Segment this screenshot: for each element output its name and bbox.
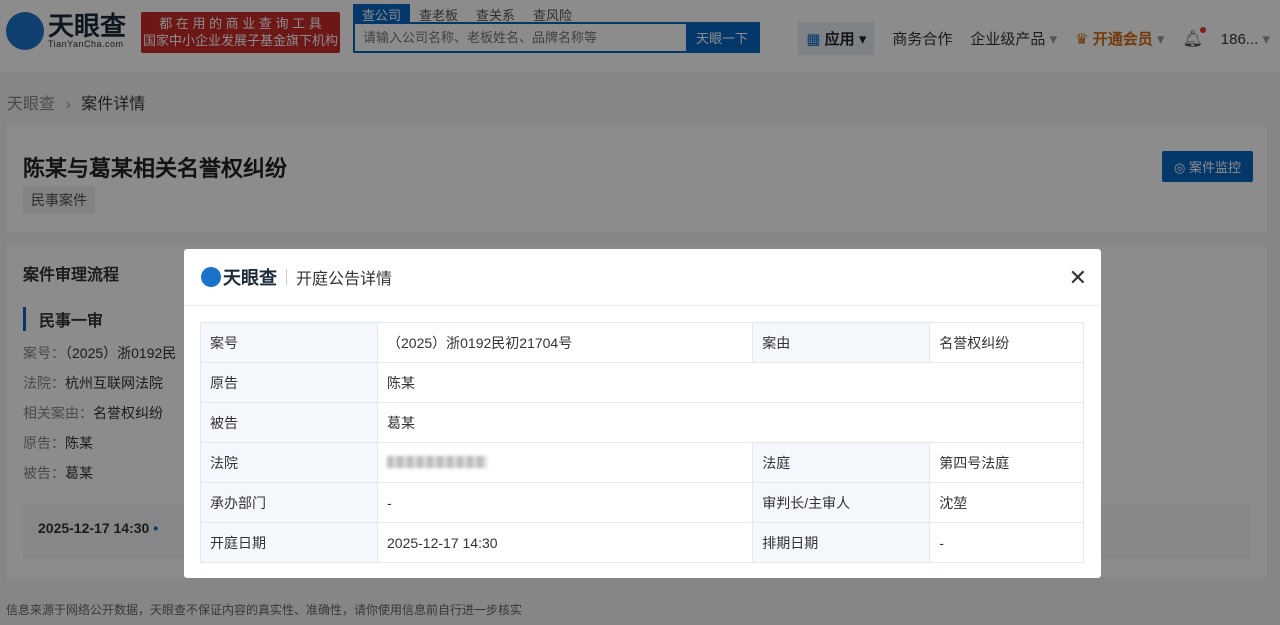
- logo-icon: [201, 267, 221, 287]
- logo-text: 天眼查: [223, 268, 277, 288]
- value-cell: 葛某: [377, 402, 1084, 443]
- label-cell: 法院: [200, 442, 378, 483]
- table-row: 开庭日期 2025-12-17 14:30 排期日期 -: [200, 522, 1084, 563]
- table-row: 承办部门 - 审判长/主审人 沈堃: [200, 482, 1084, 523]
- hearing-detail-modal: 天眼查 开庭公告详情 ✕ 案号 （2025）浙0192民初21704号 案由 名誉权纠…: [184, 249, 1101, 578]
- modal-title: 开庭公告详情: [296, 271, 393, 288]
- value-cell: 沈堃: [929, 482, 1084, 523]
- modal-header: 天眼查 开庭公告详情: [184, 249, 1101, 306]
- table-row: 被告 葛某: [200, 402, 1084, 443]
- label-cell: 原告: [200, 362, 378, 403]
- value-cell: 第四号法庭: [929, 442, 1084, 483]
- value-cell: 2025-12-17 14:30: [376, 522, 754, 563]
- close-icon[interactable]: ✕: [1069, 265, 1087, 291]
- table-row: 原告 陈某: [200, 362, 1084, 403]
- value-cell: [376, 442, 754, 483]
- label-cell: 法庭: [752, 442, 931, 483]
- label-cell: 案由: [752, 322, 931, 363]
- label-cell: 案号: [200, 322, 378, 363]
- value-cell: 陈某: [377, 362, 1084, 403]
- value-cell: 名誉权纠纷: [929, 322, 1084, 363]
- label-cell: 被告: [200, 402, 378, 443]
- table-row: 法院 法庭 第四号法庭: [200, 442, 1084, 483]
- value-cell: -: [376, 482, 754, 523]
- redacted-court: [387, 455, 487, 468]
- value-cell: （2025）浙0192民初21704号: [376, 322, 754, 363]
- label-cell: 排期日期: [752, 522, 931, 563]
- modal-logo: 天眼查: [201, 264, 277, 290]
- divider: [286, 269, 287, 285]
- table-row: 案号 （2025）浙0192民初21704号 案由 名誉权纠纷: [200, 322, 1084, 363]
- label-cell: 承办部门: [200, 482, 378, 523]
- detail-table: 案号 （2025）浙0192民初21704号 案由 名誉权纠纷 原告 陈某 被告 葛某 法…: [200, 322, 1084, 563]
- label-cell: 审判长/主审人: [752, 482, 931, 523]
- value-cell: -: [929, 522, 1084, 563]
- label-cell: 开庭日期: [200, 522, 378, 563]
